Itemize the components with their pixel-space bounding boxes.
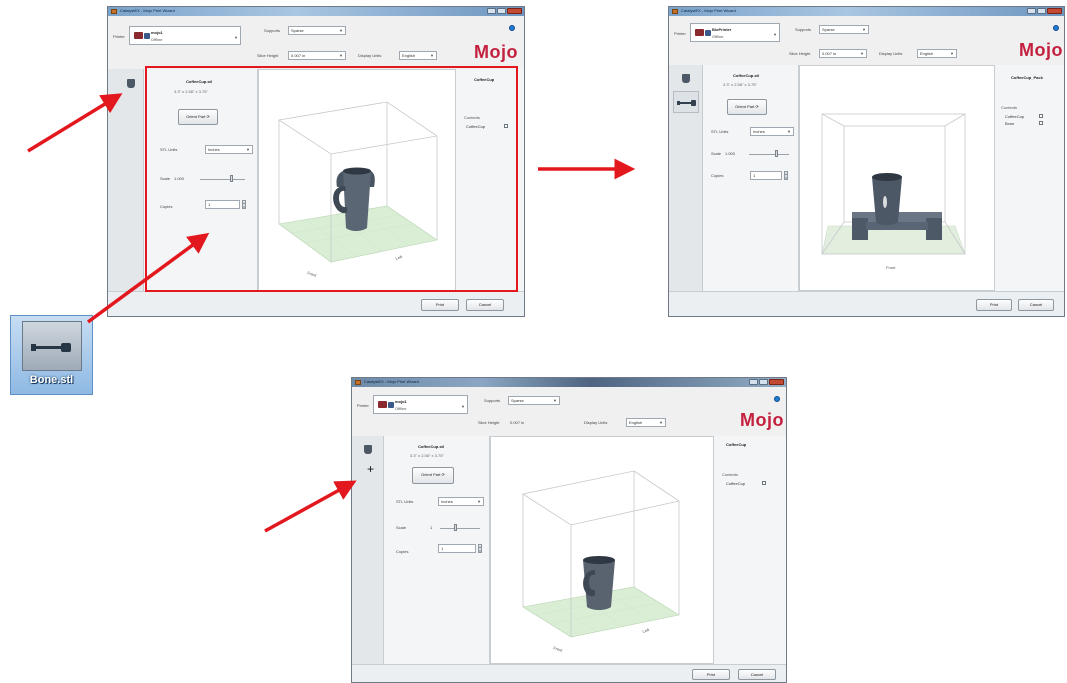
- arrow-to-add-slot: [264, 480, 357, 533]
- annotation-arrows: [27, 93, 636, 533]
- arrow-to-cup-thumbnail: [27, 93, 123, 153]
- arrow-drag-into-dialog: [86, 232, 210, 324]
